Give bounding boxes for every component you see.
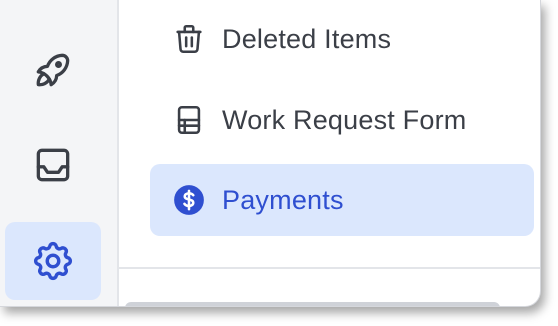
menu-item-label: Deleted Items (222, 23, 392, 54)
app-window: Deleted Items Work Request Form Payments (0, 0, 541, 307)
menu-item-deleted-items[interactable]: Deleted Items (150, 3, 534, 75)
horizontal-scrollbar[interactable] (125, 302, 500, 306)
rail-button-rocket[interactable] (5, 31, 101, 109)
trash-icon (172, 22, 206, 56)
gear-icon (30, 238, 76, 284)
menu-item-work-request-form[interactable]: Work Request Form (150, 84, 534, 156)
dollar-circle-icon (172, 183, 206, 217)
menu-item-label: Payments (222, 184, 344, 215)
menu-divider (119, 267, 540, 269)
settings-menu: Deleted Items Work Request Form Payments (119, 0, 540, 306)
menu-item-label: Work Request Form (222, 104, 467, 135)
icon-rail (0, 0, 119, 306)
rail-button-inbox[interactable] (5, 126, 101, 204)
form-icon (172, 103, 206, 137)
inbox-icon (31, 143, 75, 187)
rocket-icon (31, 48, 75, 92)
rail-button-settings[interactable] (5, 222, 101, 300)
menu-item-payments[interactable]: Payments (150, 164, 534, 236)
